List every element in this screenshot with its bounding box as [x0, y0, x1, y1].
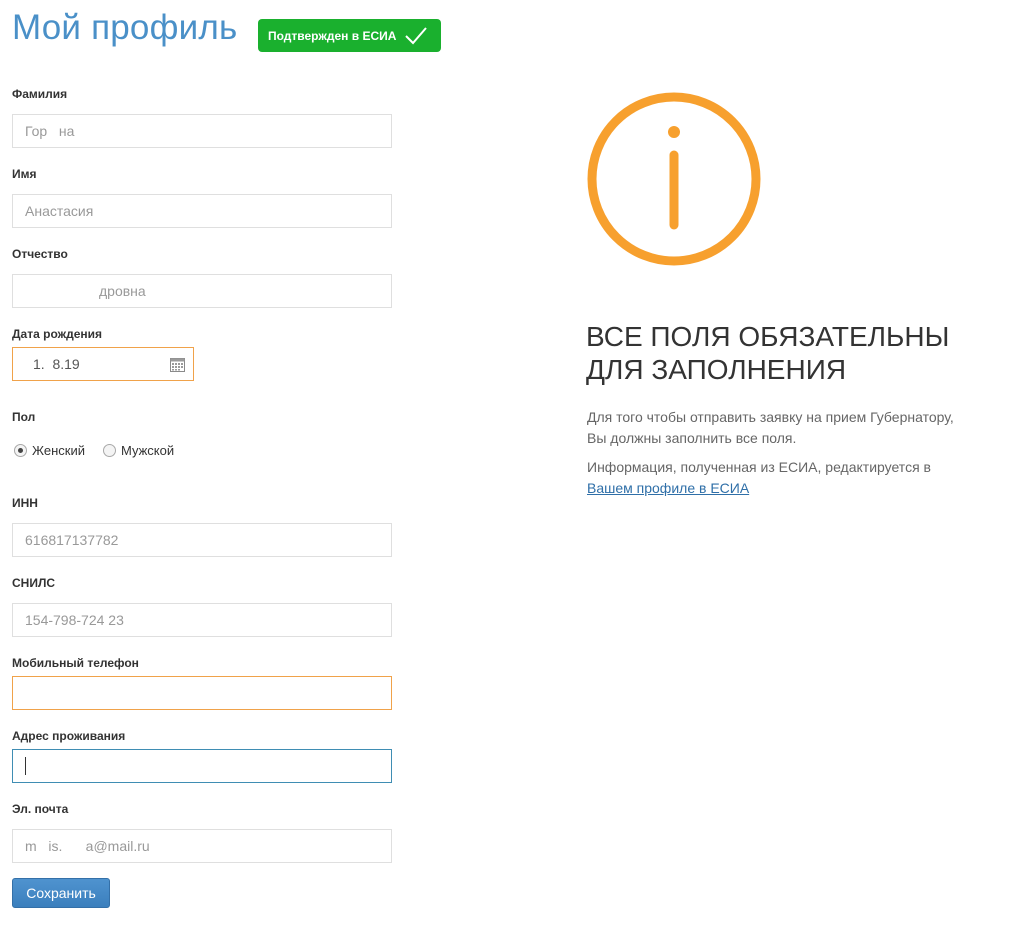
surname-label: Фамилия	[12, 87, 68, 101]
surname-value: Гор на	[25, 123, 75, 139]
info-paragraph-1: Для того чтобы отправить заявку на прием…	[587, 407, 1007, 449]
esia-badge-label: Подтвержден в ЕСИА	[268, 28, 397, 43]
info-paragraph-2: Информация, полученная из ЕСИА, редактир…	[587, 457, 1007, 499]
name-label: Имя	[12, 167, 37, 181]
phone-label: Мобильный телефон	[12, 656, 139, 670]
gender-male-label[interactable]: Мужской	[121, 443, 174, 458]
info-text-line-1: Для того чтобы отправить заявку на прием…	[587, 409, 954, 425]
address-label: Адрес проживания	[12, 729, 126, 743]
patronymic-value: дровна	[99, 283, 146, 299]
patronymic-input[interactable]: дровна	[12, 274, 392, 308]
heading-line-2: ДЛЯ ЗАПОЛНЕНИЯ	[586, 354, 847, 385]
email-input[interactable]: m is. a@mail.ru	[12, 829, 392, 863]
gender-radio-male[interactable]	[102, 444, 116, 457]
page-title: Мой профиль	[12, 8, 238, 47]
gender-radio-female[interactable]	[14, 444, 27, 457]
info-text-line-2: Вы должны заполнить все поля.	[587, 430, 797, 446]
gender-radio-group: Женский Мужской	[14, 443, 174, 458]
calendar-icon[interactable]	[170, 357, 185, 372]
name-value: Анастасия	[25, 203, 94, 219]
patronymic-label: Отчество	[12, 247, 68, 261]
address-input[interactable]	[12, 749, 392, 783]
heading-line-1: ВСЕ ПОЛЯ ОБЯЗАТЕЛЬНЫ	[586, 321, 950, 352]
surname-input[interactable]: Гор на	[12, 114, 392, 148]
save-button[interactable]: Сохранить	[12, 878, 110, 908]
checkmark-icon	[405, 27, 427, 45]
esia-profile-link[interactable]: Вашем профиле в ЕСИА	[587, 480, 749, 496]
text-cursor	[25, 757, 26, 775]
inn-input[interactable]: 616817137782	[12, 523, 392, 557]
email-label: Эл. почта	[12, 802, 69, 816]
birth-date-input[interactable]: 1. 8.19	[12, 347, 194, 381]
snils-input[interactable]: 154-798-724 23	[12, 603, 392, 637]
info-icon	[587, 92, 761, 266]
birth-date-label: Дата рождения	[12, 327, 103, 341]
gender-female-label[interactable]: Женский	[32, 443, 85, 458]
esia-verified-badge: Подтвержден в ЕСИА	[258, 19, 441, 52]
email-value: m is. a@mail.ru	[25, 838, 150, 854]
phone-input[interactable]	[12, 676, 392, 710]
inn-label: ИНН	[12, 496, 38, 510]
name-input[interactable]: Анастасия	[12, 194, 392, 228]
inn-value: 616817137782	[25, 532, 119, 548]
snils-label: СНИЛС	[12, 576, 56, 590]
birth-date-value: 1. 8.19	[33, 356, 80, 372]
gender-label: Пол	[12, 410, 36, 424]
required-fields-heading: ВСЕ ПОЛЯ ОБЯЗАТЕЛЬНЫ ДЛЯ ЗАПОЛНЕНИЯ	[586, 320, 1006, 386]
snils-value: 154-798-724 23	[25, 612, 124, 628]
info-text-esia: Информация, полученная из ЕСИА, редактир…	[587, 459, 931, 475]
